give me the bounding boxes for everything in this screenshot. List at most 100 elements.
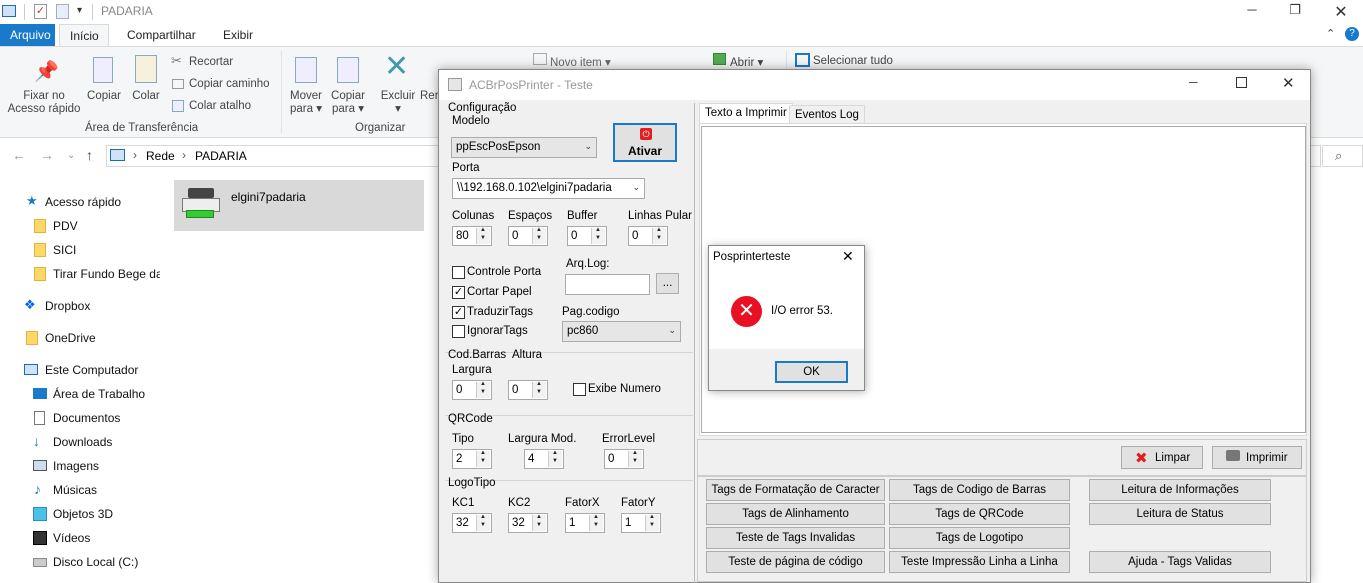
recent-locations-icon[interactable]: ⌄ — [67, 150, 75, 161]
new-item-button[interactable]: Novo item ▾ — [550, 55, 611, 69]
cut-button[interactable]: Recortar — [189, 56, 233, 68]
tags-codigo-barras-button[interactable]: Tags de Codigo de Barras — [889, 479, 1070, 501]
spin-buttons-icon[interactable] — [476, 227, 490, 244]
close-icon[interactable]: ✕ — [1326, 2, 1356, 22]
spin-buttons-icon[interactable] — [652, 227, 666, 244]
move-to-button[interactable]: Mover para ▾ — [286, 90, 326, 116]
altura-stepper[interactable]: 0 — [508, 380, 548, 400]
up-icon[interactable]: ↑ — [86, 147, 93, 163]
kc2-stepper[interactable]: 32 — [508, 513, 548, 533]
tab-eventos-log[interactable]: Eventos Log — [789, 105, 865, 125]
cortar-papel-checkbox[interactable]: ✓ — [452, 286, 465, 299]
tags-formatacao-button[interactable]: Tags de Formatação de Caracter — [706, 479, 885, 501]
collapse-ribbon-icon[interactable]: ⌃ — [1326, 27, 1335, 40]
ativar-button[interactable]: ⏻ Ativar — [613, 123, 677, 162]
spin-buttons-icon[interactable] — [476, 381, 490, 398]
sidebar-item-sici[interactable]: SICI — [0, 238, 160, 262]
new-folder-icon[interactable] — [56, 4, 69, 19]
paste-button[interactable]: Colar — [128, 90, 164, 103]
copy-path-button[interactable]: Copiar caminho — [189, 78, 270, 90]
error-level-stepper[interactable]: 0 — [604, 449, 644, 469]
copy-to-button[interactable]: Copiar para ▾ — [328, 90, 368, 116]
arq-log-input[interactable] — [565, 274, 650, 295]
pag-codigo-select[interactable]: pc860 ⌄ — [562, 321, 681, 342]
properties-icon[interactable]: ✓ — [34, 4, 47, 19]
back-icon[interactable]: ← — [12, 147, 26, 163]
tags-qrcode-button[interactable]: Tags de QRCode — [889, 503, 1070, 525]
sidebar-item-imagens[interactable]: Imagens — [0, 454, 160, 478]
rename-button[interactable]: Rer — [420, 90, 439, 103]
tags-logotipo-button[interactable]: Tags de Logotipo — [889, 527, 1070, 549]
select-all-button[interactable]: Selecionar tudo — [813, 55, 893, 67]
minimize-icon[interactable]: ─ — [1237, 2, 1267, 22]
qat-dropdown-icon[interactable]: ▾ — [77, 5, 82, 16]
spin-buttons-icon[interactable] — [589, 514, 603, 531]
tab-texto-a-imprimir[interactable]: Texto a Imprimir — [699, 103, 793, 125]
linhas-pular-stepper[interactable]: 0 — [628, 226, 668, 246]
spin-buttons-icon[interactable] — [532, 381, 546, 398]
colunas-stepper[interactable]: 80 — [452, 226, 492, 246]
teste-pagina-codigo-button[interactable]: Teste de página de código — [706, 551, 885, 573]
paste-shortcut-button[interactable]: Colar atalho — [189, 100, 251, 112]
exibe-numero-checkbox[interactable] — [573, 383, 586, 396]
forward-icon[interactable]: → — [40, 147, 54, 163]
spin-buttons-icon[interactable] — [645, 514, 659, 531]
imprimir-button[interactable]: Imprimir — [1212, 446, 1302, 469]
sidebar-item-pdv[interactable]: PDV — [0, 214, 160, 238]
leitura-informacoes-button[interactable]: Leitura de Informações — [1089, 479, 1271, 501]
buffer-stepper[interactable]: 0 — [567, 226, 607, 246]
copy-button[interactable]: Copiar — [84, 90, 124, 103]
modelo-select[interactable]: ppEscPosEpson ⌄ — [451, 137, 597, 158]
ignorar-tags-checkbox[interactable] — [452, 325, 465, 338]
printer-item[interactable]: elgini7padaria — [174, 180, 424, 231]
tab-arquivo[interactable]: Arquivo — [0, 24, 55, 46]
leitura-status-button[interactable]: Leitura de Status — [1089, 503, 1271, 525]
minimize-icon[interactable]: ─ — [1189, 75, 1198, 89]
close-icon[interactable]: ✕ — [1282, 74, 1295, 92]
teste-tags-invalidas-button[interactable]: Teste de Tags Invalidas — [706, 527, 885, 549]
spin-buttons-icon[interactable] — [476, 514, 490, 531]
breadcrumb-rede[interactable]: Rede — [146, 149, 175, 163]
sidebar-item-onedrive[interactable]: OneDrive — [0, 326, 160, 350]
fatorx-stepper[interactable]: 1 — [565, 513, 605, 533]
spin-buttons-icon[interactable] — [532, 227, 546, 244]
browse-button[interactable]: ... — [656, 273, 679, 294]
tags-alinhamento-button[interactable]: Tags de Alinhamento — [706, 503, 885, 525]
spin-buttons-icon[interactable] — [548, 450, 562, 467]
sidebar-item-dropbox[interactable]: ❖ Dropbox — [0, 294, 160, 318]
search-input[interactable]: ⌕ — [1322, 145, 1363, 167]
teste-linha-a-linha-button[interactable]: Teste Impressão Linha a Linha — [889, 551, 1070, 573]
espacos-stepper[interactable]: 0 — [508, 226, 548, 246]
sidebar-item-videos[interactable]: Vídeos — [0, 526, 160, 550]
spin-buttons-icon[interactable] — [476, 450, 490, 467]
maximize-icon[interactable] — [1236, 77, 1247, 88]
traduzir-tags-checkbox[interactable]: ✓ — [452, 306, 465, 319]
sidebar-item-disco-local[interactable]: Disco Local (C:) — [0, 550, 160, 574]
close-icon[interactable]: ✕ — [842, 248, 854, 265]
kc1-stepper[interactable]: 32 — [452, 513, 492, 533]
largura-stepper[interactable]: 0 — [452, 380, 492, 400]
spin-buttons-icon[interactable] — [628, 450, 642, 467]
sidebar-item-downloads[interactable]: ↓ Downloads — [0, 430, 160, 454]
tab-compartilhar[interactable]: Compartilhar — [117, 24, 206, 46]
spin-buttons-icon[interactable] — [532, 514, 546, 531]
delete-button[interactable]: Excluir ▾ — [378, 90, 418, 116]
ok-button[interactable]: OK — [775, 361, 848, 383]
sidebar-item-acesso-rapido[interactable]: ★ Acesso rápido — [0, 190, 160, 214]
sidebar-item-objetos-3d[interactable]: Objetos 3D — [0, 502, 160, 526]
pin-quick-access-button[interactable]: Fixar no Acesso rápido — [4, 90, 84, 116]
limpar-button[interactable]: ✖ Limpar — [1121, 446, 1203, 469]
fatory-stepper[interactable]: 1 — [621, 513, 661, 533]
sidebar-item-documentos[interactable]: Documentos — [0, 406, 160, 430]
tab-inicio[interactable]: Início — [59, 24, 109, 46]
spin-buttons-icon[interactable] — [591, 227, 605, 244]
ajuda-tags-button[interactable]: Ajuda - Tags Validas — [1089, 551, 1271, 573]
sidebar-item-este-computador[interactable]: Este Computador — [0, 358, 160, 382]
sidebar-item-area-de-trabalho[interactable]: Área de Trabalho — [0, 382, 160, 406]
largura-mod-stepper[interactable]: 4 — [524, 449, 564, 469]
sidebar-item-musicas[interactable]: ♪ Músicas — [0, 478, 160, 502]
tipo-stepper[interactable]: 2 — [452, 449, 492, 469]
breadcrumb-padaria[interactable]: PADARIA — [195, 149, 247, 163]
porta-select[interactable]: \\192.168.0.102\elgini7padaria ⌄ — [452, 178, 645, 199]
help-icon[interactable]: ? — [1345, 27, 1359, 41]
